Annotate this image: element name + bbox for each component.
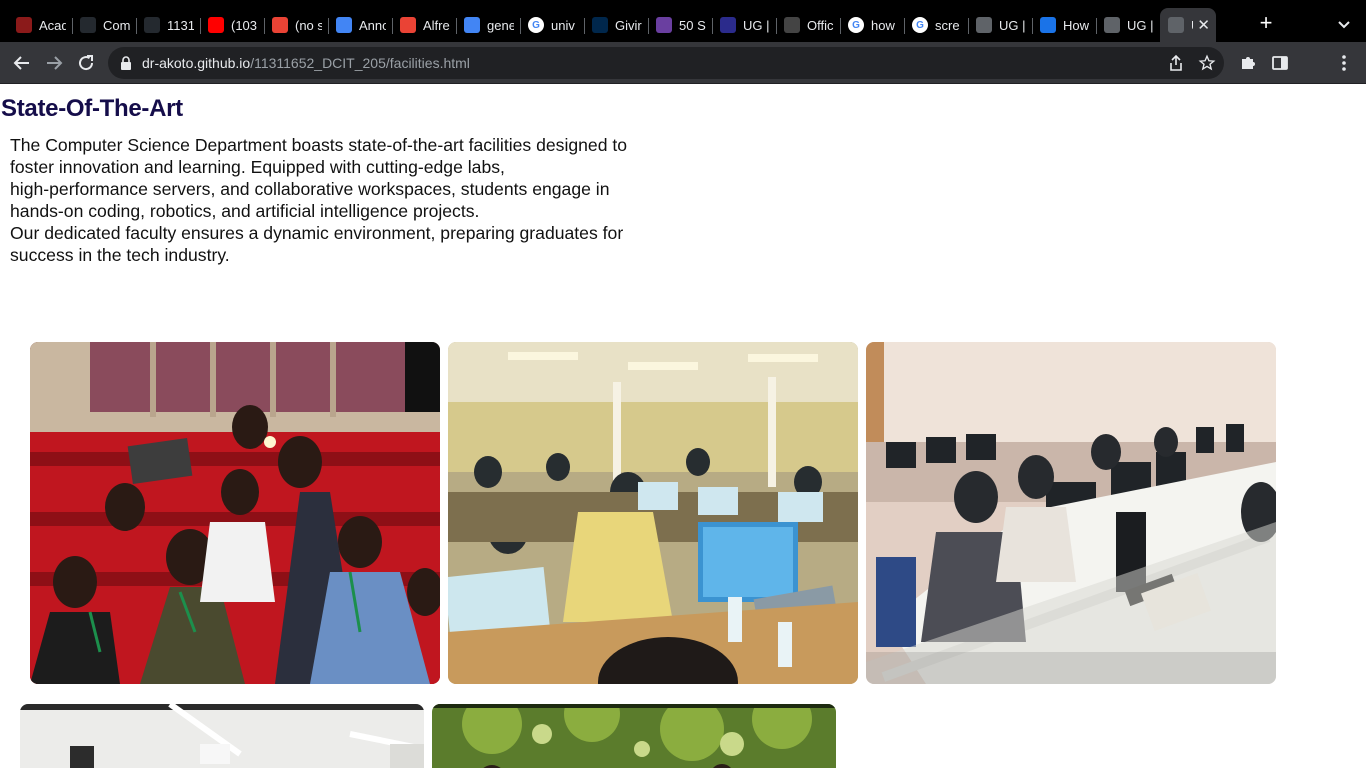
browser-tab[interactable]: 50 S (648, 8, 712, 42)
forward-button[interactable] (42, 51, 66, 75)
browser-toolbar: dr-akoto.github.io/11311652_DCIT_205/fac… (0, 42, 1366, 84)
outdoor-photo (432, 704, 836, 768)
computer-lab-photo-2 (866, 342, 1276, 684)
tab-title: how (871, 17, 895, 33)
url-path: /11311652_DCIT_205/facilities.html (250, 55, 470, 71)
bookmark-star-icon[interactable] (1198, 54, 1216, 72)
tab-title: Offic (807, 17, 834, 33)
ug-icon (720, 17, 736, 33)
globe-icon (1104, 17, 1120, 33)
browser-tab[interactable]: UG | (712, 8, 776, 42)
browser-tab[interactable]: 1131 (136, 8, 200, 42)
description-line: success in the tech industry. (10, 245, 230, 265)
browser-tab[interactable]: Givir (584, 8, 648, 42)
browser-tab[interactable]: How (1032, 8, 1096, 42)
tab-title: Anno (359, 17, 386, 33)
tab-title: gene (487, 17, 514, 33)
gmail-icon (272, 17, 288, 33)
globe-icon (976, 17, 992, 33)
tab-title: UG | (999, 17, 1026, 33)
puzzle-icon (1242, 57, 1255, 69)
browser-tab[interactable]: UG | (1096, 8, 1160, 42)
arrow-right-icon (47, 56, 63, 70)
tab-title: U (1191, 18, 1193, 33)
auditorium-photo (30, 342, 440, 684)
tab-list: Acad Com 1131 (103 (no s Anno Alfre gene Guniv Gi… (8, 8, 1216, 42)
browser-menu-button[interactable] (1334, 53, 1354, 73)
facilities-description: The Computer Science Department boasts s… (10, 134, 670, 266)
description-line: foster innovation and learning. Equipped… (10, 157, 505, 177)
more-vertical-icon (1342, 55, 1346, 71)
reload-button[interactable] (74, 51, 98, 75)
tab-search-button[interactable] (1334, 14, 1354, 34)
google-icon: G (528, 17, 544, 33)
extensions-button[interactable] (1238, 53, 1258, 73)
browser-tab[interactable]: Com (72, 8, 136, 42)
side-panel-button[interactable] (1270, 53, 1290, 73)
site-icon (1040, 17, 1056, 33)
browser-tab[interactable]: Anno (328, 8, 392, 42)
share-icon[interactable] (1168, 54, 1184, 72)
gmail-icon (400, 17, 416, 33)
search-icon (464, 17, 480, 33)
lab-room-photo (20, 704, 424, 768)
michigan-icon (592, 17, 608, 33)
browser-tab[interactable]: Guniv (520, 8, 584, 42)
close-tab-icon[interactable]: ✕ (1197, 16, 1210, 34)
tab-title: Com (103, 17, 130, 33)
tab-title: Alfre (423, 17, 450, 33)
globe-icon (1168, 17, 1184, 33)
browser-tab[interactable]: (no s (264, 8, 328, 42)
browser-tab[interactable]: Acad (8, 8, 72, 42)
lock-icon[interactable] (120, 56, 132, 70)
url-text[interactable]: dr-akoto.github.io/11311652_DCIT_205/fac… (142, 55, 470, 71)
back-button[interactable] (10, 51, 34, 75)
side-panel-icon (1272, 56, 1288, 70)
bookmark-icon (656, 17, 672, 33)
document-icon (336, 17, 352, 33)
tab-title: 50 S (679, 17, 706, 33)
description-line: high-performance servers, and collaborat… (10, 179, 610, 199)
tab-title: 1131 (167, 17, 194, 33)
tab-title: UG | (743, 17, 770, 33)
browser-tab[interactable]: UG | (968, 8, 1032, 42)
computer-lab-photo-1 (448, 342, 858, 684)
github-icon (144, 17, 160, 33)
url-host: dr-akoto.github.io (142, 55, 251, 71)
tab-title: Givir (615, 17, 642, 33)
browser-tab[interactable]: Alfre (392, 8, 456, 42)
tab-strip: Acad Com 1131 (103 (no s Anno Alfre gene Guniv Gi… (0, 0, 1366, 42)
tab-title: univ (551, 17, 575, 33)
youtube-icon (208, 17, 224, 33)
office-icon (784, 17, 800, 33)
arrow-left-icon (13, 56, 29, 70)
github-icon (80, 17, 96, 33)
tab-title: Acad (39, 17, 66, 33)
description-line: Our dedicated faculty ensures a dynamic … (10, 223, 624, 243)
browser-tab[interactable]: Ghow (840, 8, 904, 42)
tab-title: scre (935, 17, 960, 33)
browser-tab[interactable]: U✕ (1160, 8, 1216, 42)
chevron-down-icon (1338, 21, 1350, 29)
reload-icon (79, 55, 94, 71)
description-line: The Computer Science Department boasts s… (10, 135, 628, 155)
tab-title: (103 (231, 17, 258, 33)
facilities-gallery-row-1 (30, 342, 1276, 684)
google-icon: G (848, 17, 864, 33)
page-content: State-Of-The-Art The Computer Science De… (0, 85, 1366, 768)
academia-icon (16, 17, 32, 33)
tab-title: UG | (1127, 17, 1154, 33)
browser-tab[interactable]: gene (456, 8, 520, 42)
address-bar[interactable]: dr-akoto.github.io/11311652_DCIT_205/fac… (108, 47, 1224, 79)
google-icon: G (912, 17, 928, 33)
browser-tab[interactable]: Offic (776, 8, 840, 42)
browser-tab[interactable]: Gscre (904, 8, 968, 42)
tab-title: (no s (295, 17, 322, 33)
browser-tab[interactable]: (103 (200, 8, 264, 42)
tab-title: How (1063, 17, 1090, 33)
facilities-gallery-row-2 (20, 704, 836, 768)
new-tab-button[interactable]: + (1254, 12, 1278, 36)
page-title: State-Of-The-Art (1, 95, 183, 122)
description-line: hands-on coding, robotics, and artificia… (10, 201, 480, 221)
